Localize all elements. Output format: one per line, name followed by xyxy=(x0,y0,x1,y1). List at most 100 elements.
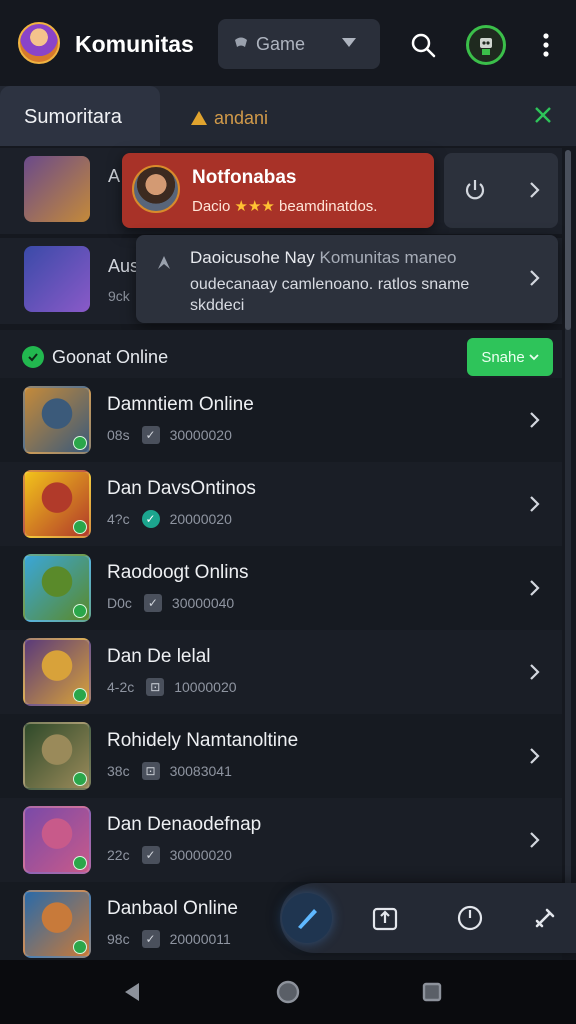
scrollbar[interactable] xyxy=(565,150,571,940)
online-badge-icon xyxy=(73,856,87,870)
game-row[interactable]: Dan DavsOntinos 4?c ✓ 20000020 xyxy=(0,462,562,546)
list-item-subtitle: 9ck xyxy=(108,288,130,304)
game-count: 4?c xyxy=(107,511,130,527)
chevron-right-icon[interactable] xyxy=(528,495,540,513)
search-button[interactable] xyxy=(403,25,443,65)
game-thumbnail xyxy=(24,156,90,222)
chevron-right-icon[interactable] xyxy=(528,411,540,429)
edit-icon xyxy=(298,909,317,929)
game-name: Rohidely Namtanoltine xyxy=(107,730,299,751)
game-name: Raodoogt Onlins xyxy=(107,562,249,583)
chevron-right-icon[interactable] xyxy=(528,269,540,287)
tab-primary-label: Sumoritara xyxy=(24,106,122,128)
recents-button[interactable] xyxy=(416,976,448,1008)
recents-icon xyxy=(422,982,442,1002)
list-item-title: Aus xyxy=(108,256,140,276)
tab-secondary-label: andani xyxy=(214,107,269,128)
game-meta: 08s ✓ 30000020 xyxy=(107,426,232,444)
edit-button[interactable] xyxy=(282,893,332,943)
game-thumbnail xyxy=(23,386,91,454)
verified-icon: ✓ xyxy=(141,846,160,864)
game-players: 30000020 xyxy=(169,427,232,443)
history-button[interactable] xyxy=(445,893,495,943)
game-count: 98c xyxy=(107,931,130,947)
notification-body-suffix: beamdinatdos. xyxy=(279,198,378,215)
game-meta: 22c ✓ 30000020 xyxy=(107,846,232,864)
game-thumbnail xyxy=(23,638,91,706)
game-players: 30083041 xyxy=(169,763,232,779)
app-bar: Komunitas Game xyxy=(0,0,576,86)
online-badge-icon xyxy=(73,772,87,786)
game-name: Damntiem Online xyxy=(107,394,254,415)
game-meta: 98c ✓ 20000011 xyxy=(107,930,231,948)
warning-icon xyxy=(191,111,207,125)
notification-title: Notfonabas xyxy=(192,167,297,188)
game-thumbnail xyxy=(23,554,91,622)
game-players: 20000011 xyxy=(169,931,231,947)
online-badge-icon xyxy=(73,436,87,450)
game-name: Dan Denaodefnap xyxy=(107,814,262,835)
chevron-right-icon[interactable] xyxy=(528,181,540,199)
verified-icon: ✓ xyxy=(141,426,160,444)
verified-icon: ✓ xyxy=(143,594,162,612)
game-players: 30000020 xyxy=(169,847,232,863)
game-row[interactable]: Raodoogt Onlins D0c ✓ 30000040 xyxy=(0,546,562,630)
upload-button[interactable] xyxy=(360,893,410,943)
profile-button[interactable] xyxy=(466,25,506,65)
upload-icon xyxy=(372,907,398,931)
notification-card-secondary[interactable]: Daoicusohe Nay Komunitas maneo oudecanaa… xyxy=(136,235,558,323)
verified-icon: ⊡ xyxy=(141,762,160,780)
section-title: Goonat Online xyxy=(52,347,169,367)
game-players: 20000020 xyxy=(169,511,232,527)
game-dropdown-value: Game xyxy=(256,34,306,54)
game-meta: 4?c ✓ 20000020 xyxy=(107,510,232,528)
game-count: 22c xyxy=(107,847,130,863)
page-title: Komunitas xyxy=(75,31,194,57)
pin-icon xyxy=(158,256,170,269)
tools-icon xyxy=(535,908,555,928)
back-icon xyxy=(125,983,139,1001)
notification-body-prefix: Dacio xyxy=(192,198,231,215)
rating-stars: ★★★ xyxy=(234,198,275,215)
notification-card-primary[interactable]: Notfonabas Dacio ★★★ beamdinatdos. xyxy=(122,153,434,228)
more-menu-button[interactable] xyxy=(526,25,566,65)
chevron-down-icon xyxy=(342,38,356,47)
list-item-title: A xyxy=(108,166,121,186)
scrollbar-thumb[interactable] xyxy=(565,150,571,330)
game-row[interactable]: Dan De lelal 4-2c ⊡ 10000020 xyxy=(0,630,562,714)
online-status-icon xyxy=(22,346,44,368)
community-avatar[interactable] xyxy=(18,22,60,64)
game-count: 4-2c xyxy=(107,679,135,695)
online-badge-icon xyxy=(73,688,87,702)
tab-bar: Sumoritara andani xyxy=(0,86,576,146)
game-row[interactable]: Damntiem Online 08s ✓ 30000020 xyxy=(0,378,562,462)
filter-button[interactable]: Snahe xyxy=(467,338,553,376)
game-thumbnail xyxy=(23,806,91,874)
tab-primary[interactable]: Sumoritara xyxy=(0,86,160,146)
close-tab-button[interactable] xyxy=(526,98,560,132)
chevron-right-icon[interactable] xyxy=(528,747,540,765)
more-vertical-icon xyxy=(543,33,549,57)
gamepad-icon xyxy=(235,37,247,47)
power-icon[interactable] xyxy=(462,177,488,203)
game-count: 08s xyxy=(107,427,130,443)
game-dropdown[interactable]: Game xyxy=(218,19,380,69)
online-badge-icon xyxy=(73,520,87,534)
game-thumbnail xyxy=(24,246,90,312)
chevron-right-icon[interactable] xyxy=(528,663,540,681)
chevron-right-icon[interactable] xyxy=(528,579,540,597)
online-section-header: Goonat Online Snahe xyxy=(0,330,562,382)
back-button[interactable] xyxy=(116,976,148,1008)
notification-secondary-body: oudecanaay camlenoano. ratlos sname skdd… xyxy=(190,276,470,314)
game-row[interactable]: Rohidely Namtanoltine 38c ⊡ 30083041 xyxy=(0,714,562,798)
notification-avatar xyxy=(132,165,180,213)
game-name: Dan De lelal xyxy=(107,646,211,667)
game-players: 30000040 xyxy=(171,595,235,611)
tab-secondary[interactable]: andani xyxy=(190,106,268,130)
verified-icon: ✓ xyxy=(141,930,160,948)
home-icon xyxy=(276,980,300,1004)
chevron-right-icon[interactable] xyxy=(528,831,540,849)
game-row[interactable]: Dan Denaodefnap 22c ✓ 30000020 xyxy=(0,798,562,882)
home-button[interactable] xyxy=(272,976,304,1008)
tools-button[interactable] xyxy=(520,893,570,943)
